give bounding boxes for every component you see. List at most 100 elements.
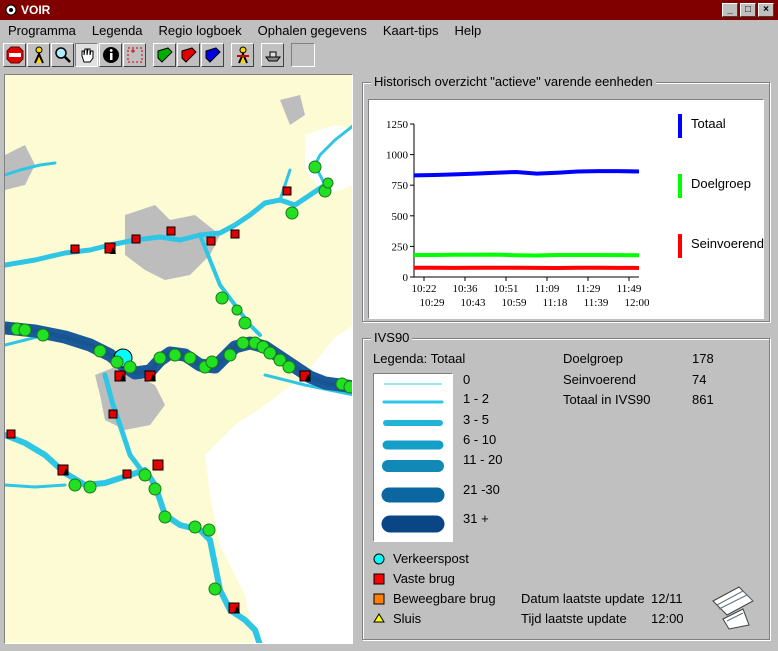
thickness-legend-graphic [381, 383, 445, 533]
title-bar: VOIR _ □ × [0, 0, 778, 20]
maximize-button[interactable]: □ [740, 3, 756, 17]
window-title: VOIR [21, 3, 51, 17]
y-tick-label: 0 [403, 272, 409, 284]
x-tick-label: 11:18 [543, 297, 568, 309]
green-book-button[interactable] [153, 43, 176, 67]
bridge-marker[interactable] [206, 236, 216, 246]
series-line-doelgroep [414, 252, 640, 258]
symbol-label-beweegbare-brug: Beweegbare brug [393, 591, 496, 606]
bridge-marker[interactable] [131, 234, 141, 244]
waterway [5, 483, 67, 489]
y-tick-label: 1000 [386, 150, 409, 162]
stop-icon [6, 46, 23, 64]
map-view[interactable] [4, 74, 353, 644]
thickness-label: 11 - 20 [463, 452, 503, 467]
bridge-marker[interactable] [108, 409, 118, 419]
menu-kaart-tips[interactable]: Kaart-tips [375, 23, 447, 38]
movable-bridge-symbol-icon [373, 593, 385, 605]
red-book-button[interactable] [177, 43, 200, 67]
history-chart-panel: Historisch overzicht "actieve" varende e… [362, 74, 770, 322]
menu-programma[interactable]: Programma [0, 23, 84, 38]
y-tick-label: 500 [392, 211, 409, 223]
toolbar [0, 40, 778, 70]
waterway [5, 124, 352, 187]
worker-alt-icon [236, 46, 249, 64]
zoom-box-icon [127, 47, 142, 63]
x-tick-label: 10:51 [493, 283, 518, 295]
x-tick-label: 10:36 [452, 283, 478, 295]
legend-label: Doelgroep [691, 176, 751, 191]
symbol-label-verkeerspost: Verkeerspost [393, 551, 469, 566]
stat-label-doelgroep: Doelgroep [563, 351, 623, 366]
urban-area [280, 95, 305, 125]
chart-panel-title: Historisch overzicht "actieve" varende e… [371, 74, 656, 89]
x-tick-label: 10:59 [501, 297, 527, 309]
minimize-button[interactable]: _ [722, 3, 738, 17]
x-tick-label: 11:39 [584, 297, 609, 309]
stat-label-totaal: Totaal in IVS90 [563, 392, 651, 407]
info-icon [102, 47, 119, 63]
x-tick-label: 10:29 [419, 297, 445, 309]
y-tick-label: 1250 [386, 119, 409, 131]
map-logo-icon [712, 586, 754, 630]
blue-book-icon [205, 47, 221, 63]
stat-label-seinvoerend: Seinvoerend [563, 372, 636, 387]
bridge-marker[interactable] [122, 469, 132, 479]
menu-help[interactable]: Help [446, 23, 489, 38]
symbol-label-vaste-brug: Vaste brug [393, 571, 455, 586]
worker-button[interactable] [27, 43, 50, 67]
menu-ophalen-gegevens[interactable]: Ophalen gegevens [250, 23, 375, 38]
thickness-label: 1 - 2 [463, 391, 490, 406]
traffic-post-symbol-icon [373, 553, 385, 565]
thickness-label: 21 -30 [463, 482, 500, 497]
y-tick-label: 750 [392, 180, 409, 192]
stat-value-totaal: 861 [692, 392, 714, 407]
waterway-map[interactable] [5, 75, 353, 644]
update-time-value: 12:00 [651, 611, 684, 626]
stop-button[interactable] [3, 43, 26, 67]
menu-regio-logboek[interactable]: Regio logboek [151, 23, 250, 38]
x-tick-label: 11:29 [576, 283, 601, 295]
x-tick-label: 11:09 [535, 283, 560, 295]
ship-button[interactable] [261, 43, 284, 67]
stat-value-seinvoerend: 74 [692, 372, 707, 387]
bridge-marker[interactable] [166, 226, 176, 236]
pan-button[interactable] [75, 43, 98, 67]
red-book-icon [181, 47, 197, 63]
update-time-label: Tijd laatste update [521, 611, 627, 626]
legend-label: Totaal [691, 116, 726, 131]
update-date-value: 12/11 [651, 591, 683, 606]
zoom-box-button[interactable] [123, 43, 146, 67]
thickness-legend [373, 373, 453, 542]
blue-book-button[interactable] [201, 43, 224, 67]
x-tick-label: 10:43 [460, 297, 486, 309]
y-tick-label: 250 [392, 241, 409, 253]
x-tick-label: 12:00 [624, 297, 650, 309]
zoom-button[interactable] [51, 43, 74, 67]
lock-marker[interactable] [152, 459, 164, 471]
legend-label: Seinvoerend [691, 236, 764, 251]
lock-symbol-icon [373, 613, 385, 623]
ivs90-panel: IVS90 Legenda: Totaal 0 1 - 2 3 - 5 6 - … [362, 330, 770, 640]
menu-legenda[interactable]: Legenda [84, 23, 151, 38]
bridge-marker[interactable] [70, 244, 80, 254]
bridge-marker[interactable] [6, 429, 16, 439]
bridge-marker[interactable] [282, 186, 292, 196]
worker-alt-button[interactable] [231, 43, 254, 67]
thickness-label: 0 [463, 372, 471, 387]
ship-icon [264, 51, 281, 62]
thickness-label: 3 - 5 [463, 412, 490, 427]
thickness-label: 6 - 10 [463, 432, 497, 447]
empty-tool-slot [291, 43, 315, 67]
thickness-label: 31 + [463, 511, 489, 526]
stat-value-doelgroep: 178 [692, 351, 714, 366]
history-line-chart: 1250 1000 750 500 250 010:22 10:29 10:36 10:43 10… [386, 114, 764, 309]
bridge-marker[interactable] [230, 229, 240, 239]
x-tick-label: 11:49 [617, 283, 642, 295]
close-button[interactable]: × [758, 3, 774, 17]
worker-icon [33, 46, 44, 64]
legend-title: Legenda: Totaal [373, 351, 466, 366]
x-tick-label: 10:22 [411, 283, 436, 295]
info-button[interactable] [99, 43, 122, 67]
chart-area: 1250 1000 750 500 250 0 10:22 10:29 10:36 10:43 10… [368, 99, 764, 319]
